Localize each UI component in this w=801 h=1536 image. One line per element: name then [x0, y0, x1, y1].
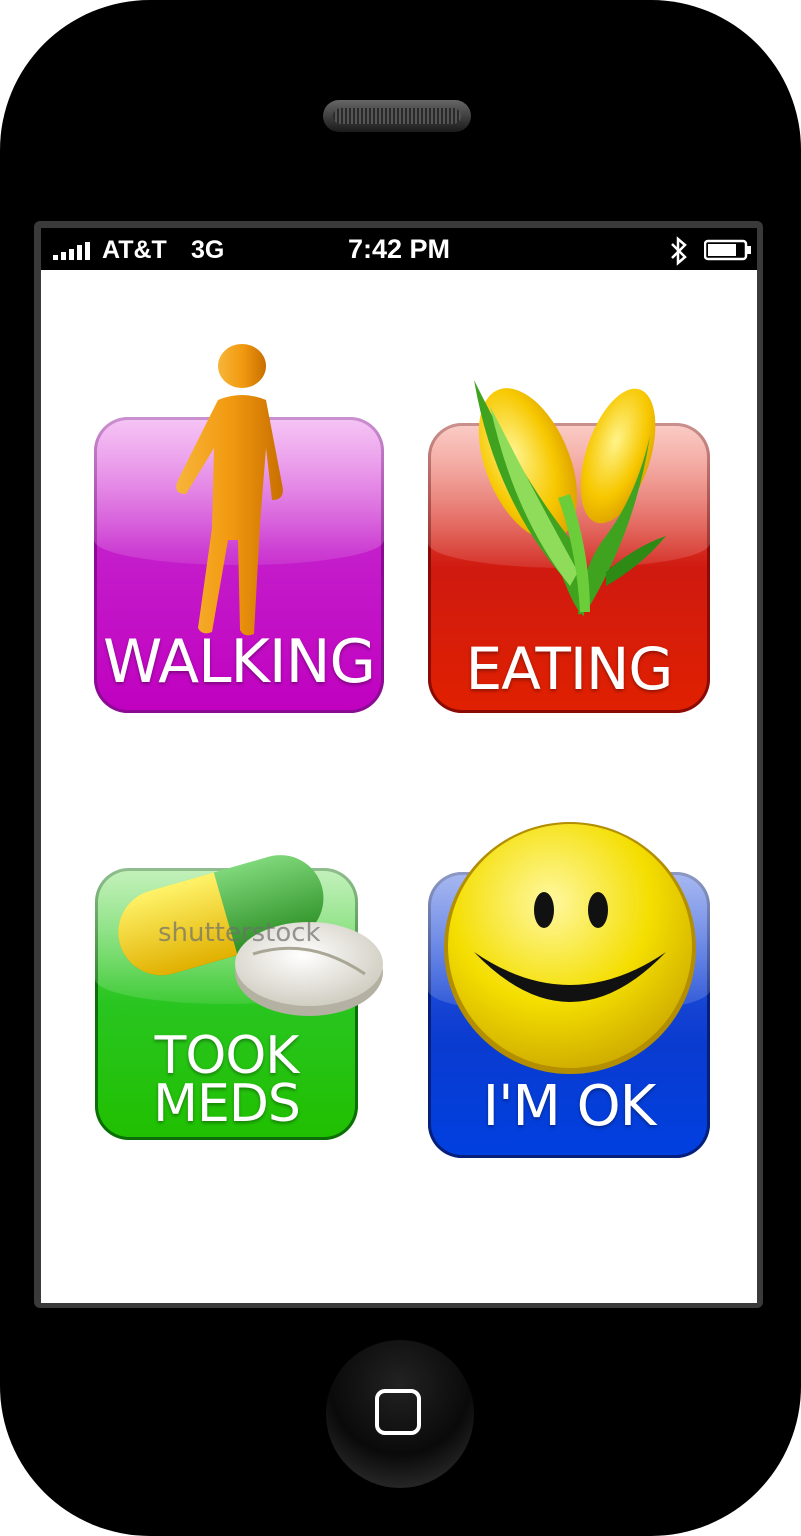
corn-icon [474, 380, 666, 616]
battery-icon [704, 239, 751, 261]
earpiece-speaker [323, 100, 471, 132]
eating-label: EATING [465, 635, 674, 703]
speaker-grill [333, 108, 461, 124]
home-button[interactable] [326, 1340, 474, 1488]
took-meds-label-line2: MEDS [153, 1074, 301, 1134]
shutterstock-watermark: shutterstock [158, 918, 321, 948]
smiley-face-icon [444, 822, 696, 1074]
status-time: 7:42 PM [347, 234, 451, 264]
home-square-icon [375, 1389, 421, 1435]
bluetooth-icon [671, 236, 687, 266]
status-bar: AT&T 3G 7:42 PM [41, 228, 757, 270]
im-ok-label: I'M OK [482, 1074, 657, 1139]
walking-person-icon [176, 344, 283, 636]
phone-body: AT&T 3G 7:42 PM WALKING EATING TOOK MEDS… [0, 0, 801, 1536]
